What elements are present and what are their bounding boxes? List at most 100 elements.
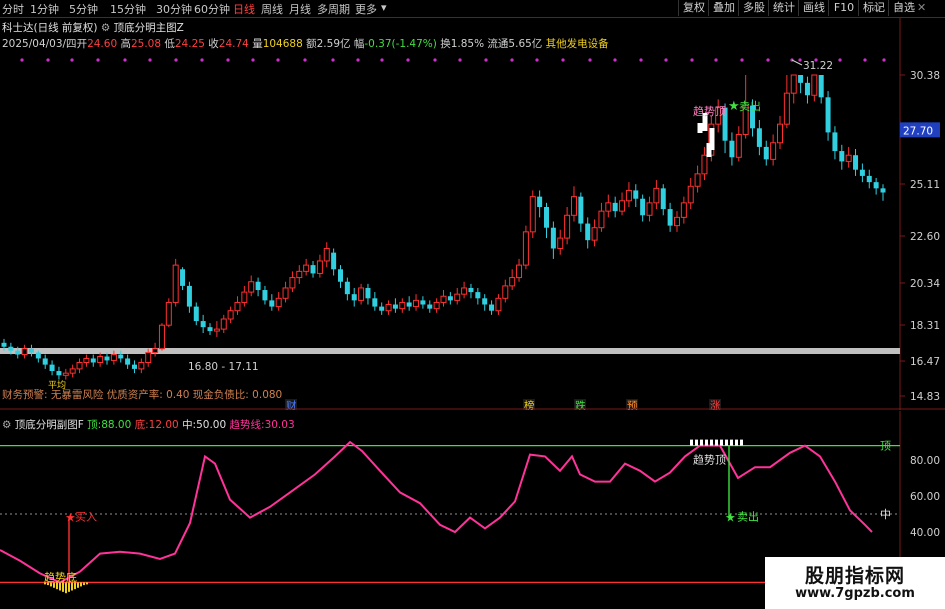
signal-dot — [200, 58, 204, 62]
period-tab-7[interactable]: 周线 — [261, 1, 283, 17]
signal-dot — [251, 58, 255, 62]
candle-body-up — [241, 291, 248, 303]
period-tab-10[interactable]: 更多 — [355, 1, 377, 17]
period-tab-8[interactable]: 月线 — [289, 1, 311, 17]
sub-indicator-gear-icon[interactable]: ⚙ — [2, 419, 11, 431]
signal-dot — [226, 58, 230, 62]
toolbar-button-0[interactable]: 复权 — [678, 0, 709, 16]
sub-sell-label: 卖出 — [737, 510, 759, 524]
price-axis-tick: 25.11 — [910, 179, 940, 191]
period-tab-1[interactable]: 1分钟 — [30, 1, 59, 17]
chg-value: -0.37(-1.47%) — [364, 38, 437, 50]
candle-body-down — [125, 358, 131, 365]
candle-body-up — [625, 189, 632, 202]
top-zone-bar — [720, 439, 723, 446]
nav-diamond-icon[interactable]: ◇ — [873, 1, 881, 14]
candle-body-up — [433, 301, 440, 310]
candle-body-up — [790, 74, 797, 94]
signal-dot — [123, 58, 127, 62]
top-zone-bar — [740, 439, 743, 446]
period-tab-9[interactable]: 多周期 — [317, 1, 350, 17]
turn-value: 1.85% — [450, 38, 485, 50]
candle-body-down — [798, 75, 804, 83]
sub-sell-star-icon: ★ — [725, 511, 736, 525]
candle-body-down — [269, 300, 275, 307]
bottom-zone-bar — [77, 582, 79, 588]
toolbar-button-3[interactable]: 统计 — [768, 0, 799, 16]
event-tag: 跌 — [575, 399, 586, 410]
signal-dot — [664, 58, 668, 62]
sub-axis-tick: 80.00 — [910, 455, 940, 467]
candle-body-up — [138, 361, 145, 370]
toolbar-button-1[interactable]: 叠加 — [708, 0, 739, 16]
toolbar-button-4[interactable]: 画线 — [798, 0, 829, 16]
candle-body-down — [207, 327, 213, 332]
sub-mid-right-label: 中 — [880, 508, 891, 521]
sub-indicator-name[interactable]: 顶底分明副图F — [15, 419, 84, 431]
period-tab-5[interactable]: 60分钟 — [194, 1, 230, 17]
turn-label: 换 — [440, 38, 451, 50]
price-info-row: 2025/04/03/四开24.60 高25.08 低24.25 收24.74 … — [2, 36, 609, 51]
signal-dot — [863, 58, 867, 62]
sub-indicator-header: ⚙ 顶底分明副图F 顶:88.00 底:12.00 中:50.00 趋势线:30… — [2, 417, 295, 432]
trend-top-label: 趋势顶 — [693, 105, 726, 118]
trend-bottom-label: 趋势底 — [44, 570, 77, 584]
candle-body-up — [275, 297, 282, 308]
candle-body-down — [186, 285, 192, 307]
candle-body-up — [234, 301, 241, 312]
candle-body-down — [49, 364, 55, 372]
bottom-zone-bar — [62, 582, 64, 592]
candle-body-up — [289, 277, 296, 289]
close-icon[interactable]: ✕ — [917, 1, 926, 14]
candle-body-up — [783, 92, 790, 125]
indicator-gear-icon[interactable]: ⚙ — [101, 22, 110, 34]
candle-body-up — [653, 187, 660, 204]
top-zone-bar — [695, 439, 698, 446]
candle-body-down — [131, 364, 137, 369]
candle-body-up — [845, 154, 852, 162]
candle-body-up — [248, 281, 255, 293]
candle-body-up — [69, 368, 76, 374]
candle-body-up — [152, 348, 159, 354]
signal-dot — [174, 58, 178, 62]
candle-body-up — [673, 216, 680, 227]
toolbar-button-2[interactable]: 多股 — [738, 0, 769, 16]
candle-body-down — [104, 356, 110, 361]
top-zone-bar — [710, 439, 713, 446]
signal-dot — [510, 58, 514, 62]
sell-label: 卖出 — [739, 99, 761, 113]
close-value: 24.74 — [218, 38, 249, 50]
period-tab-4[interactable]: 30分钟 — [156, 1, 192, 17]
candle-body-up — [701, 154, 708, 175]
top-zone-bar — [705, 439, 708, 446]
candle-body-down — [447, 296, 453, 301]
signal-dot — [148, 58, 152, 62]
signal-dot — [70, 58, 74, 62]
candle-body-up — [461, 287, 468, 295]
top-zone-candle — [697, 123, 703, 133]
period-tab-3[interactable]: 15分钟 — [110, 1, 146, 17]
signal-dot — [96, 58, 100, 62]
candle-body-down — [118, 354, 124, 359]
candle-body-down — [392, 304, 398, 309]
candle-body-up — [811, 74, 818, 96]
period-tab-0[interactable]: 分时 — [2, 1, 24, 17]
candle-body-down — [859, 169, 865, 176]
more-dropdown-icon[interactable]: ▾ — [381, 1, 387, 14]
candle-body-down — [310, 265, 316, 274]
toolbar-button-5[interactable]: F10 — [828, 0, 859, 16]
sub-bottom-value: 12.00 — [148, 419, 179, 431]
signal-dot — [276, 58, 280, 62]
period-tab-2[interactable]: 5分钟 — [69, 1, 98, 17]
float-value: 5.65亿 — [508, 38, 543, 50]
candle-body-down — [365, 287, 371, 299]
period-tab-6[interactable]: 日线 — [233, 1, 255, 17]
candle-body-down — [585, 223, 591, 241]
main-candlestick-chart[interactable]: 30.3827.6225.1122.6020.3418.3116.4714.83… — [0, 18, 945, 410]
candle-body-down — [15, 350, 21, 355]
candle-body-down — [756, 128, 762, 147]
signal-dot — [433, 58, 437, 62]
candle-body-up — [413, 299, 420, 308]
nav-arrow-icon[interactable]: ↗ — [895, 1, 904, 14]
main-indicator-name[interactable]: 顶底分明主图Z — [114, 22, 184, 34]
